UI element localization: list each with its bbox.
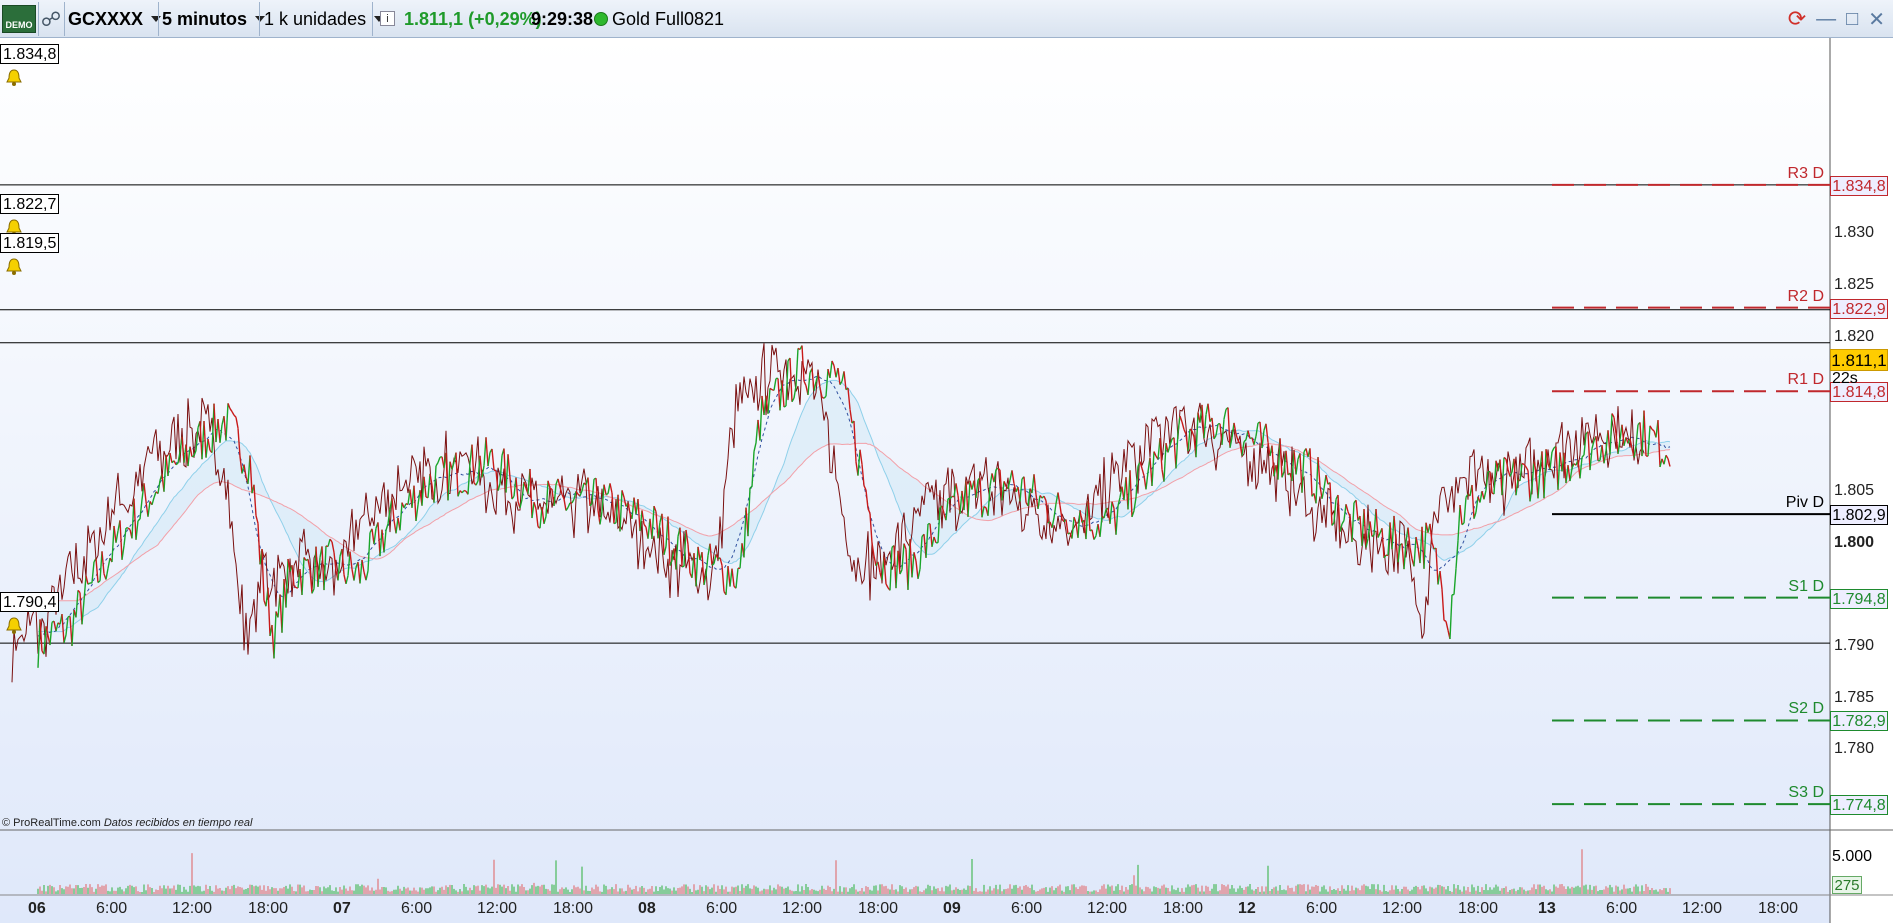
time-tick-label: 18:00 — [553, 900, 594, 917]
pivot-value-tag: 1.782,9 — [1830, 711, 1888, 732]
quote-time: 9:29:38 — [531, 8, 594, 29]
date-tick-label: 13 — [1538, 900, 1556, 917]
price-candle — [605, 493, 609, 496]
bell-icon[interactable] — [4, 68, 24, 88]
price-candle — [783, 405, 787, 408]
time-tick-label: 18:00 — [1458, 900, 1499, 917]
date-tick-label: 09 — [943, 900, 961, 917]
units-label: 1 k unidades — [264, 8, 367, 29]
time-tick-label: 6:00 — [1306, 900, 1338, 917]
time-tick-label: 18:00 — [1163, 900, 1204, 917]
price-candle — [613, 522, 617, 525]
current-price-tag: 1.811,1 — [1830, 349, 1888, 371]
chart-plot[interactable] — [0, 38, 1893, 923]
date-tick-label: 07 — [333, 900, 351, 917]
price-tick-label: 1.800 — [1834, 534, 1875, 551]
info-icon[interactable]: i — [380, 11, 395, 26]
price-chart[interactable]: 1.834,8 1.822,7 1.819,5 1.790,4 1.830 1.8… — [0, 38, 1893, 923]
volume-axis-label: 5.000 — [1832, 848, 1873, 865]
refresh-icon[interactable]: ⟳ — [1788, 6, 1806, 32]
alert-level-4[interactable]: 1.790,4 — [0, 592, 60, 612]
chevron-down-icon — [151, 16, 162, 22]
price-tick-label: 1.825 — [1834, 276, 1875, 293]
pivot-label: R1 D — [1787, 371, 1824, 389]
time-tick-label: 6:00 — [96, 900, 128, 917]
alert-level-2[interactable]: 1.822,7 — [0, 194, 60, 214]
price-tick-label: 1.830 — [1834, 224, 1875, 242]
price-tick-label: 1.790 — [1834, 637, 1875, 655]
price-change: 1.811,1 (+0,29%) — [404, 8, 542, 29]
bell-icon[interactable] — [4, 616, 24, 636]
time-tick-label: 12:00 — [1087, 900, 1128, 917]
chart-toolbar: DEMO ☍ GCXXXX 5 minutos 1 k unidades i 1… — [0, 0, 1893, 38]
pivot-value-tag: 1.834,8 — [1830, 175, 1888, 196]
bell-icon[interactable] — [4, 257, 24, 277]
copyright-notice: © ProRealTime.com Datos recibidos en tie… — [2, 817, 253, 829]
pivot-label: R3 D — [1787, 164, 1824, 182]
demo-logo: DEMO — [2, 5, 36, 33]
price-candle — [549, 487, 553, 490]
close-icon[interactable]: ✕ — [1868, 7, 1885, 32]
pivot-value-tag: 1.802,9 — [1830, 505, 1888, 526]
price-tick-label: 1.820 — [1834, 327, 1875, 345]
window-controls: ⟳ — □ ✕ — [1788, 0, 1885, 38]
alert-level-1[interactable]: 1.834,8 — [0, 44, 60, 64]
maximize-icon[interactable]: □ — [1846, 8, 1858, 31]
units-selector[interactable]: 1 k unidades — [264, 0, 385, 38]
ticker-label: GCXXXX — [68, 8, 144, 29]
time-tick-label: 12:00 — [1682, 900, 1723, 917]
alert-level-3[interactable]: 1.819,5 — [0, 233, 60, 253]
pivot-label: S3 D — [1788, 784, 1824, 802]
bar-countdown: 22s — [1832, 370, 1858, 387]
pivot-label: Piv D — [1785, 494, 1824, 512]
time-tick-label: 6:00 — [706, 900, 738, 917]
time-tick-label: 12:00 — [477, 900, 518, 917]
price-candle — [983, 506, 987, 509]
minimize-icon[interactable]: — — [1816, 8, 1836, 31]
timeframe-selector[interactable]: 5 minutos — [162, 0, 266, 38]
connection-status-icon — [594, 12, 608, 26]
time-tick-label: 12:00 — [172, 900, 213, 917]
time-tick-label: 18:00 — [248, 900, 289, 917]
time-tick-label: 6:00 — [1011, 900, 1043, 917]
date-tick-label: 12 — [1238, 900, 1256, 917]
price-candle — [749, 486, 753, 489]
time-tick-label: 12:00 — [782, 900, 823, 917]
price-candle — [1443, 619, 1447, 622]
time-tick-label: 18:00 — [1758, 900, 1799, 917]
price-candle — [1521, 462, 1525, 465]
price-axis-background — [1830, 38, 1893, 923]
pivot-value-tag: 1.794,8 — [1830, 588, 1888, 609]
demo-label: DEMO — [5, 20, 33, 30]
volume-current-value: 275 — [1832, 876, 1862, 894]
pivot-value-tag: 1.774,8 — [1830, 795, 1888, 816]
instrument-name: Gold Full0821 — [612, 8, 725, 29]
time-tick-label: 18:00 — [858, 900, 899, 917]
price-candle — [463, 489, 467, 492]
date-tick-label: 08 — [638, 900, 656, 917]
pivot-label: R2 D — [1787, 287, 1824, 305]
time-tick-label: 6:00 — [401, 900, 433, 917]
timeframe-label: 5 minutos — [162, 8, 248, 29]
pivot-value-tag: 1.822,9 — [1830, 298, 1888, 319]
price-tick-label: 1.780 — [1834, 740, 1875, 758]
time-tick-label: 6:00 — [1606, 900, 1638, 917]
time-tick-label: 12:00 — [1382, 900, 1423, 917]
pivot-label: S1 D — [1788, 577, 1824, 595]
pivot-label: S2 D — [1788, 700, 1824, 718]
price-candle — [493, 469, 497, 472]
ticker-selector[interactable]: GCXXXX — [68, 0, 162, 38]
date-tick-label: 06 — [28, 900, 46, 917]
price-tick-label: 1.785 — [1834, 688, 1875, 706]
price-candle — [191, 455, 195, 458]
link-icon[interactable]: ☍ — [40, 0, 62, 38]
price-tick-label: 1.805 — [1834, 482, 1875, 500]
